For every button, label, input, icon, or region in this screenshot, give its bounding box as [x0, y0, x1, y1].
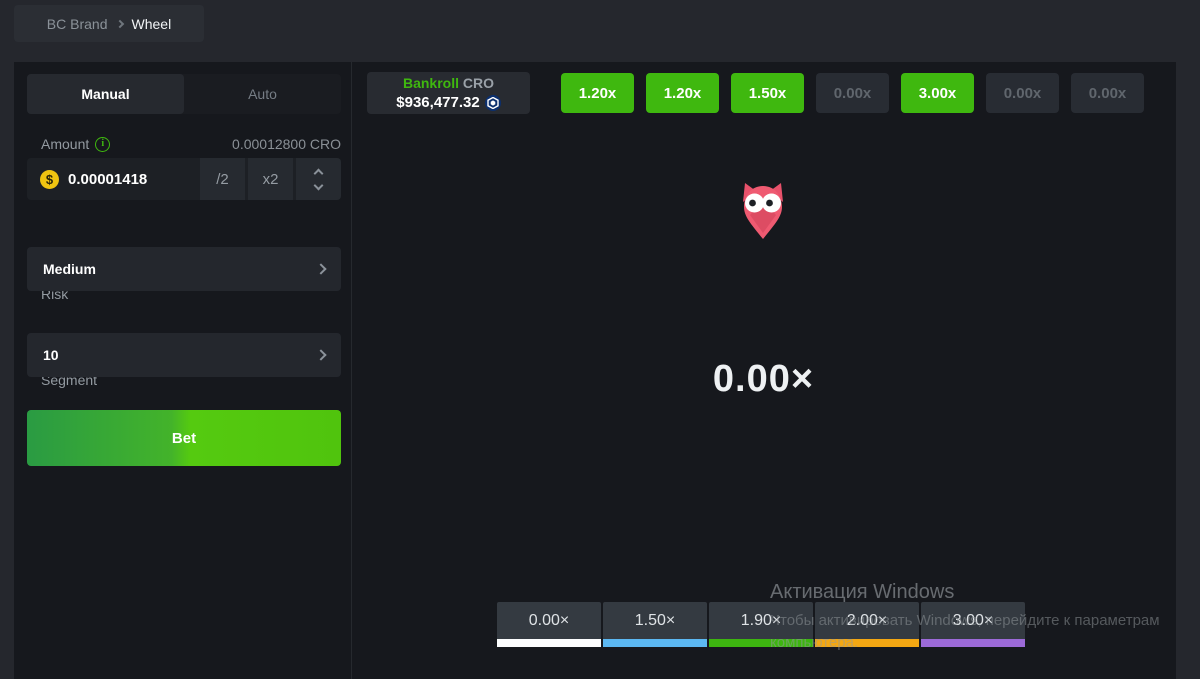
legend-segment-label: 2.00× — [847, 612, 887, 630]
chevron-right-icon — [315, 263, 326, 274]
history-result-button[interactable]: 1.20x — [646, 73, 719, 113]
bankroll-header: Bankroll CRO — [403, 74, 494, 93]
amount-label: Amount i — [27, 136, 110, 152]
legend-segment: 1.50× — [603, 602, 707, 647]
legend-color-strip — [815, 639, 919, 647]
amount-input[interactable]: 0.00001418 — [68, 171, 200, 188]
legend-segment-label: 1.50× — [635, 612, 675, 630]
coin-dollar-icon: $ — [40, 170, 59, 189]
info-icon[interactable]: i — [95, 137, 110, 152]
legend-color-strip — [921, 639, 1025, 647]
legend-segment-label: 1.90× — [741, 612, 781, 630]
bankroll-amount-row: $936,477.32 — [396, 93, 500, 112]
bet-button[interactable]: Bet — [27, 410, 341, 466]
bankroll-box: Bankroll CRO $936,477.32 — [367, 72, 530, 114]
amount-stepper[interactable] — [296, 158, 341, 200]
stepper-down-icon[interactable] — [314, 180, 324, 190]
amount-modifiers: /2 x2 — [200, 158, 341, 200]
cro-coin-icon — [485, 95, 501, 111]
result-multiplier: 0.00× — [352, 358, 1175, 401]
risk-value: Medium — [43, 261, 96, 277]
bankroll-amount: $936,477.32 — [396, 93, 479, 112]
chevron-right-icon — [115, 20, 123, 28]
bet-controls-sidebar: Manual Auto Amount i 0.00012800 CRO $ 0.… — [14, 62, 352, 679]
amount-input-group: $ 0.00001418 /2 x2 — [27, 158, 341, 200]
half-amount-button[interactable]: /2 — [200, 158, 245, 200]
legend-segment-label: 3.00× — [953, 612, 993, 630]
stepper-up-icon[interactable] — [314, 168, 324, 178]
multiplier-legend: 0.00× 1.50× 1.90× 2.00× 3.00× — [497, 602, 1025, 647]
legend-segment: 1.90× — [709, 602, 813, 647]
legend-segment-label: 0.00× — [529, 612, 569, 630]
game-panel: Manual Auto Amount i 0.00012800 CRO $ 0.… — [14, 62, 1176, 679]
result-history: 1.20x 1.20x 1.50x 0.00x 3.00x 0.00x 0.00… — [561, 73, 1144, 113]
risk-select[interactable]: Medium — [27, 247, 341, 291]
legend-segment: 3.00× — [921, 602, 1025, 647]
chevron-right-icon — [315, 349, 326, 360]
legend-segment: 0.00× — [497, 602, 601, 647]
segment-select[interactable]: 10 — [27, 333, 341, 377]
bankroll-currency: CRO — [463, 75, 494, 91]
history-result-button[interactable]: 0.00x — [986, 73, 1059, 113]
breadcrumb-game-label: Wheel — [132, 16, 172, 32]
history-result-button[interactable]: 0.00x — [816, 73, 889, 113]
amount-row: Amount i 0.00012800 CRO — [27, 135, 341, 153]
legend-color-strip — [603, 639, 707, 647]
history-result-button[interactable]: 1.20x — [561, 73, 634, 113]
legend-segment: 2.00× — [815, 602, 919, 647]
tab-manual[interactable]: Manual — [27, 74, 184, 114]
game-area: Bankroll CRO $936,477.32 1.20x 1.20x 1.5… — [352, 62, 1176, 679]
legend-color-strip — [709, 639, 813, 647]
legend-color-strip — [497, 639, 601, 647]
amount-balance: 0.00012800 CRO — [232, 136, 341, 152]
bankroll-label: Bankroll — [403, 75, 459, 91]
owl-mascot-icon — [737, 182, 789, 245]
segment-value: 10 — [43, 347, 59, 363]
amount-label-text: Amount — [41, 136, 89, 152]
history-result-button[interactable]: 0.00x — [1071, 73, 1144, 113]
history-result-button[interactable]: 3.00x — [901, 73, 974, 113]
history-result-button[interactable]: 1.50x — [731, 73, 804, 113]
bankroll-currency-text: CRO — [463, 75, 494, 91]
tab-auto[interactable]: Auto — [184, 74, 341, 114]
breadcrumb-brand-link[interactable]: BC Brand — [47, 16, 108, 32]
double-amount-button[interactable]: x2 — [248, 158, 293, 200]
breadcrumb: BC Brand Wheel — [14, 5, 204, 42]
mode-tabs: Manual Auto — [27, 74, 341, 114]
